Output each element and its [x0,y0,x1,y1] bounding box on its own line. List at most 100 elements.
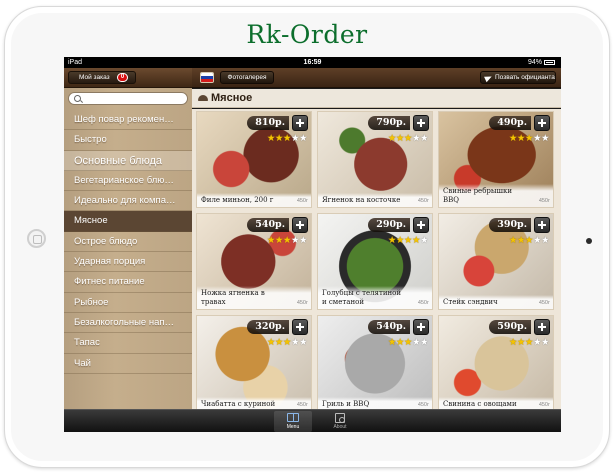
search-input[interactable] [83,94,185,103]
section-title: Мясное [211,92,253,104]
add-to-order-button[interactable] [534,217,550,233]
star-icon: ★ [524,337,534,348]
star-icon: ★ [266,337,276,348]
app-logo: Rk-Order [246,20,368,49]
section-header: Мясное [192,89,561,108]
sidebar-item[interactable]: Рыбное [64,293,192,313]
call-waiter-label: Позвать официанта [495,74,555,81]
add-to-order-button[interactable] [292,217,308,233]
sidebar-item[interactable]: Мясное [64,211,192,232]
dish-card[interactable]: 320р. ★★★★★ Чиабатта с куриной 450г [196,315,312,412]
home-button[interactable] [27,229,46,248]
sidebar-item[interactable]: Острое блюдо [64,232,192,253]
dish-weight: 450г [417,402,429,408]
dish-weight: 450г [417,198,429,204]
dish-rating: ★★★★★ [388,235,429,246]
sidebar-item[interactable]: Тапас [64,333,192,354]
dish-weight: 450г [296,402,308,408]
dish-weight: 450г [538,402,550,408]
add-to-order-button[interactable] [413,319,429,335]
star-icon: ★ [540,337,550,348]
call-waiter-button[interactable]: Позвать официанта [480,71,556,84]
star-icon: ★ [516,235,526,246]
dish-rating: ★★★★★ [509,235,550,246]
add-to-order-button[interactable] [413,115,429,131]
sidebar: Мой заказ 0 Шеф повар рекомен… Быстро Осно… [64,68,192,409]
dish-price: 810р. [247,116,289,130]
star-icon: ★ [290,133,300,144]
dish-card[interactable]: 790р. ★★★★★ Ягненок на косточке 450г [317,111,433,208]
dish-card[interactable]: 390р. ★★★★★ Стейк сэндвич 450г [438,213,554,310]
star-icon: ★ [403,337,413,348]
star-icon: ★ [508,133,518,144]
dish-card[interactable]: 490р. ★★★★★ Свиные ребрышки BBQ 450г [438,111,554,208]
dish-price: 390р. [489,218,531,232]
dish-card[interactable]: 590р. ★★★★★ Свинина с овощами 450г [438,315,554,412]
dish-rating: ★★★★★ [508,133,550,144]
star-icon: ★ [419,337,429,348]
add-to-order-button[interactable] [534,319,550,335]
search-icon [74,95,81,102]
star-icon: ★ [274,235,284,246]
star-icon: ★ [266,235,276,246]
sidebar-item[interactable]: Безалкогольные нап… [64,313,192,334]
star-icon: ★ [274,337,284,348]
star-icon: ★ [508,337,518,348]
star-icon: ★ [516,337,526,348]
star-icon: ★ [387,133,397,144]
dish-name: Филе миньон, 200 г [197,192,311,207]
search-bar[interactable] [68,92,188,105]
dish-weight: 450г [296,300,308,306]
tab-menu[interactable]: Menu [274,411,312,432]
sidebar-item[interactable]: Идеально для компа… [64,191,192,212]
sidebar-item[interactable]: Ударная порция [64,252,192,273]
sidebar-item[interactable]: Быстро [64,130,192,151]
category-list: Шеф повар рекомен… Быстро Основные блюда Ве… [64,110,192,374]
star-icon: ★ [411,133,421,144]
star-icon: ★ [532,133,542,144]
star-icon: ★ [540,133,550,144]
add-to-order-button[interactable] [534,115,550,131]
dish-card[interactable]: 540р. ★★★★★ Гриль и BBQ 450г [317,315,433,412]
star-icon: ★ [532,235,542,246]
sidebar-item[interactable]: Чай [64,354,192,374]
dish-rating: ★★★★★ [266,235,308,246]
sidebar-item[interactable]: Фитнес питание [64,272,192,293]
star-icon: ★ [282,337,292,348]
star-icon: ★ [290,235,300,246]
dish-weight: 450г [296,198,308,204]
tab-label: About [333,424,347,430]
clock: 16:59 [303,59,322,66]
dish-price: 540р. [247,218,289,232]
star-icon: ★ [524,235,534,246]
star-icon: ★ [395,235,405,246]
tab-about[interactable]: About [321,411,359,432]
star-icon: ★ [387,337,397,348]
dish-rating: ★★★★★ [387,133,429,144]
sidebar-item[interactable]: Основные блюда [64,150,192,171]
sidebar-item[interactable]: Вегетарианское блю… [64,171,192,192]
dish-price: 590р. [489,320,531,334]
battery-indicator: 94% [528,57,555,68]
dish-name: Голубцы с телятиной и сметаной [318,286,432,309]
dish-card[interactable]: 540р. ★★★★★ Ножка ягненка в травах 450г [196,213,312,310]
dish-card[interactable]: 810р. ★★★★★ Филе миньон, 200 г 450г [196,111,312,208]
dish-card[interactable]: 290р. ★★★★★ Голубцы с телятиной и сметаной… [317,213,433,310]
add-to-order-button[interactable] [292,115,308,131]
star-icon: ★ [298,337,308,348]
star-icon: ★ [290,337,300,348]
top-toolbar: Фотогалерея Позвать официанта [192,68,561,88]
battery-percent: 94% [527,59,542,66]
photo-gallery-button[interactable]: Фотогалерея [220,71,274,84]
dish-price: 320р. [247,320,289,334]
dish-weight: 450г [417,300,429,306]
my-order-button[interactable]: Мой заказ 0 [68,71,136,84]
add-to-order-button[interactable] [292,319,308,335]
dish-price: 790р. [368,116,410,130]
sidebar-item[interactable]: Шеф повар рекомен… [64,110,192,131]
language-flag-icon[interactable] [200,72,214,83]
star-icon: ★ [419,235,429,246]
add-to-order-button[interactable] [413,217,429,233]
star-icon: ★ [395,337,405,348]
dish-rating: ★★★★★ [266,337,308,348]
